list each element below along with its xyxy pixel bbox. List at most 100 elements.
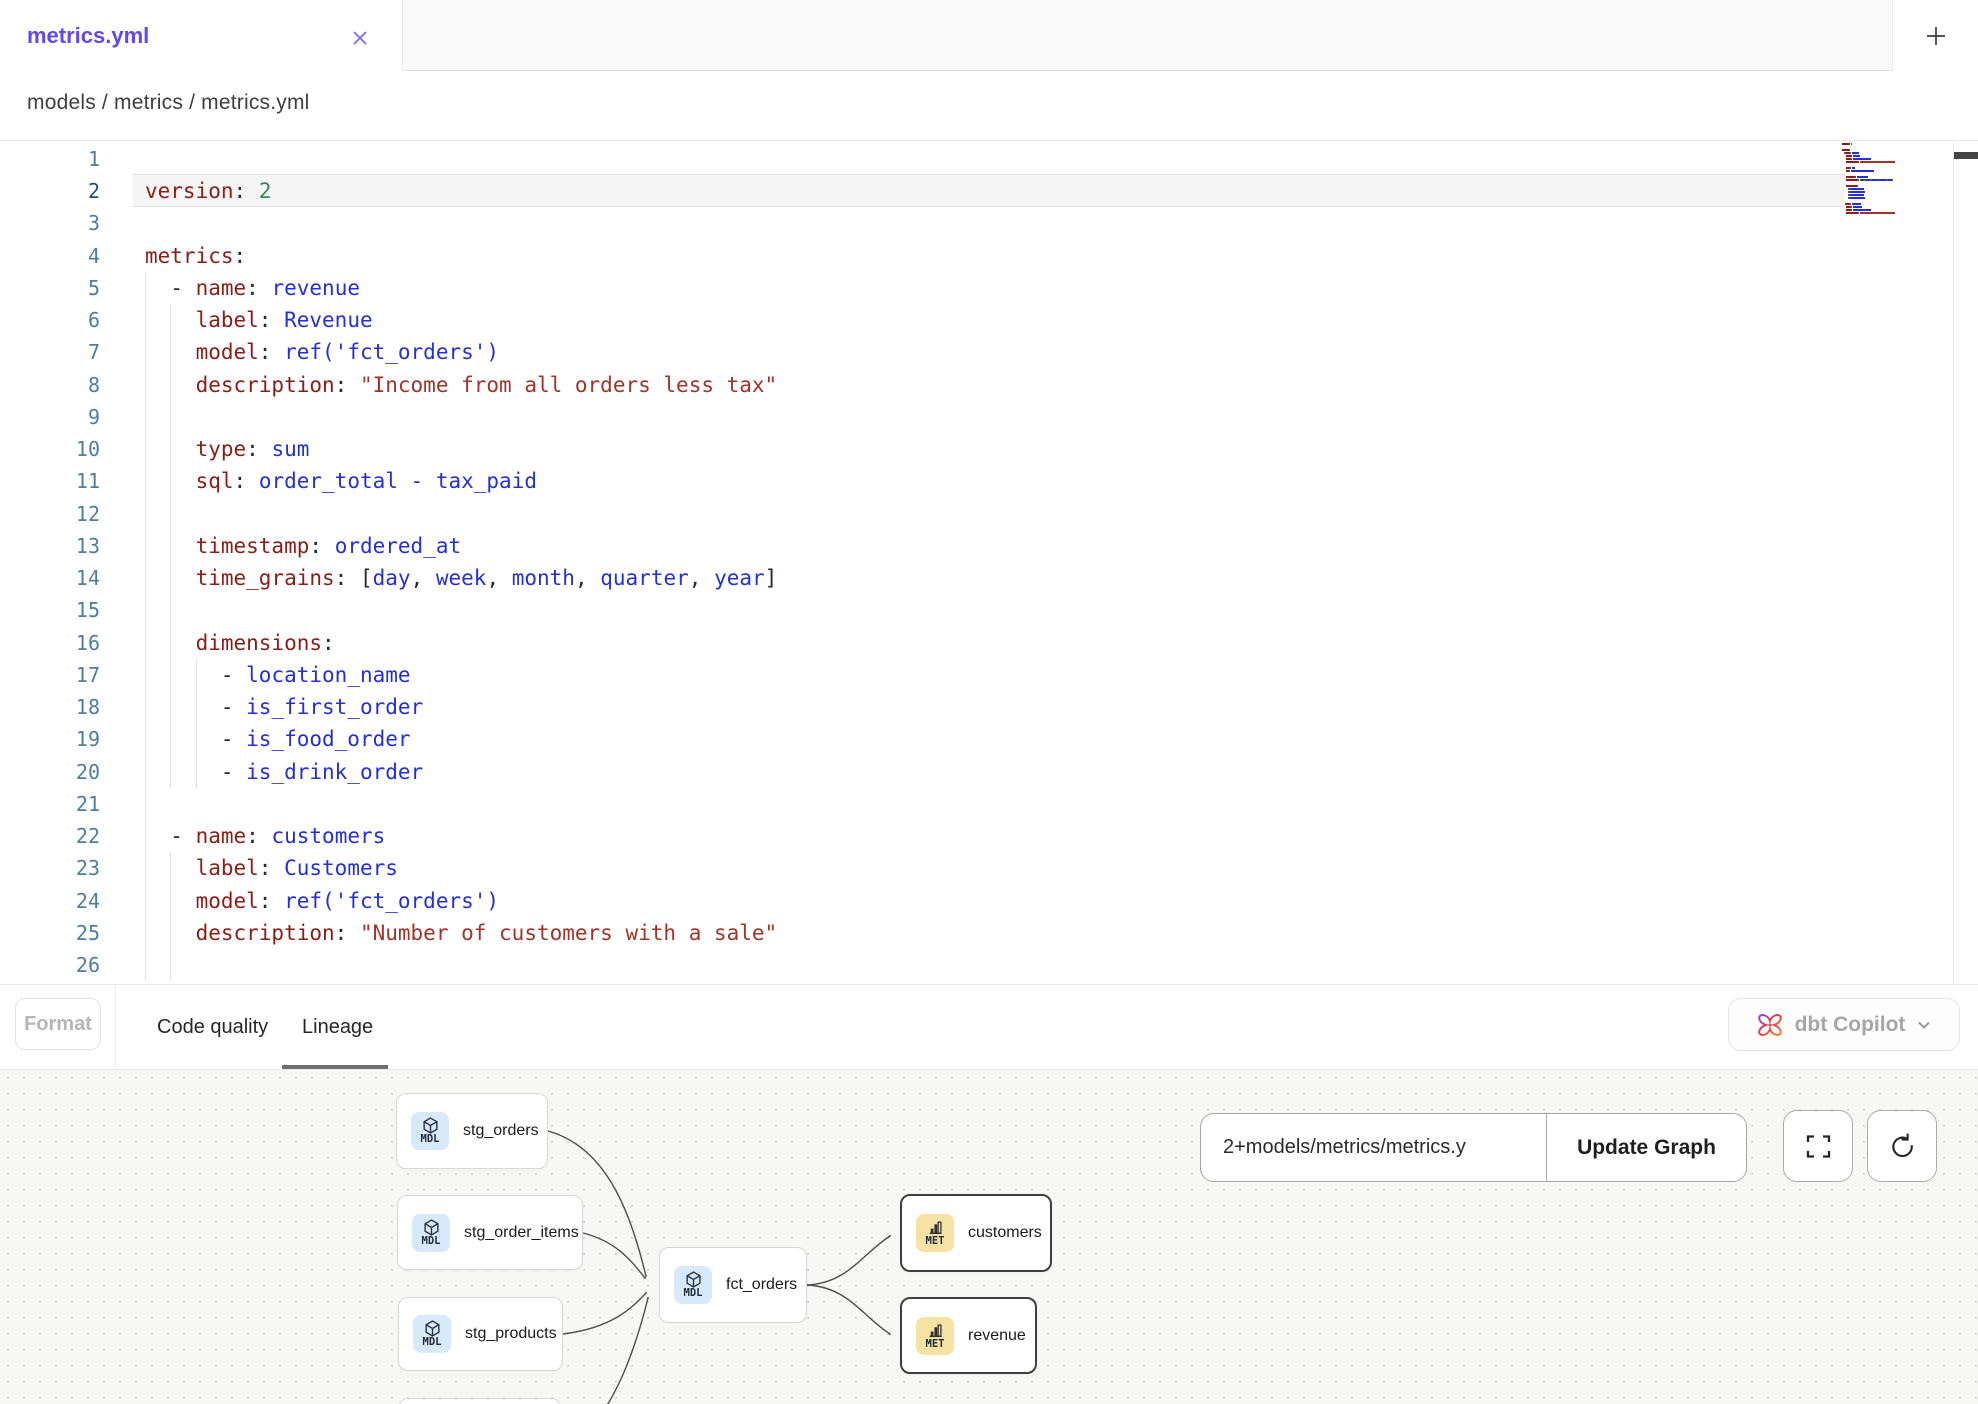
close-tab-icon[interactable] [344,22,376,54]
tab-bar-empty-area [402,0,1892,71]
node-label: stg_order_items [464,1224,579,1242]
code-line[interactable]: label: Revenue [145,304,373,336]
code-line[interactable]: - is_drink_order [145,756,423,788]
breadcrumb-row: models / metrics / metrics.yml Save [0,71,1978,141]
toolbar-divider [115,985,116,1069]
line-number: 25 [0,917,100,949]
lineage-node-customers[interactable]: MET customers [900,1194,1052,1272]
editor-scrollbar[interactable] [1953,141,1978,984]
indent-guide [170,949,171,981]
line-number: 26 [0,949,100,981]
dbt-copilot-icon [1756,1011,1784,1039]
line-number: 11 [0,465,100,497]
code-line[interactable]: model: ref('fct_orders') [145,885,499,917]
tab-lineage[interactable]: Lineage [302,985,373,1069]
line-number: 21 [0,788,100,820]
indent-guide [145,949,146,981]
line-number: 17 [0,659,100,691]
code-line[interactable]: - location_name [145,659,411,691]
line-number: 5 [0,272,100,304]
node-label: stg_orders [463,1122,539,1140]
line-number: 6 [0,304,100,336]
update-graph-button[interactable]: Update Graph [1547,1114,1746,1181]
line-number: 22 [0,820,100,852]
line-number: 8 [0,369,100,401]
code-line[interactable]: label: Customers [145,852,398,884]
lineage-node-stg_partial[interactable]: MDL [398,1398,561,1404]
breadcrumb: models / metrics / metrics.yml [27,91,310,115]
refresh-button[interactable] [1867,1110,1937,1182]
line-number: 13 [0,530,100,562]
indent-guide [145,498,146,530]
line-number: 9 [0,401,100,433]
code-line[interactable]: version: 2 [145,175,271,207]
code-line[interactable]: - is_food_order [145,723,411,755]
model-cube-icon: MDL [411,1112,449,1150]
indent-guide [170,401,171,433]
code-line[interactable]: metrics: [145,240,246,272]
model-cube-icon: MDL [412,1214,450,1252]
active-tab-underline [282,1065,388,1069]
tab-label: metrics.yml [27,23,149,49]
dbt-copilot-button[interactable]: dbt Copilot [1728,998,1960,1051]
fullscreen-button[interactable] [1783,1110,1853,1182]
plus-icon [1924,24,1948,48]
node-label: stg_products [465,1325,557,1343]
node-label: fct_orders [726,1276,797,1294]
lineage-node-stg_products[interactable]: MDL stg_products [398,1297,563,1371]
format-button[interactable]: Format [15,998,101,1050]
fullscreen-icon [1805,1133,1832,1160]
refresh-icon [1888,1132,1917,1161]
line-number: 19 [0,723,100,755]
line-number: 2 [0,175,100,207]
line-number: 16 [0,627,100,659]
code-editor[interactable]: 12 version: 2 34 metrics: 5 - name: revenue 6… [0,141,1978,984]
indent-guide [170,498,171,530]
lineage-node-revenue[interactable]: METrevenue [900,1297,1037,1374]
line-number: 24 [0,885,100,917]
new-tab-button[interactable] [1892,0,1978,71]
code-line[interactable]: type: sum [145,433,309,465]
current-line-highlight [133,174,1845,207]
lineage-node-stg_orders[interactable]: MDL stg_orders [396,1093,548,1169]
code-line[interactable]: time_grains: [day, week, month, quarter,… [145,562,777,594]
lineage-node-fct_orders[interactable]: MDL fct_orders [659,1247,807,1323]
chevron-down-icon [1916,1017,1932,1033]
line-number: 1 [0,143,100,175]
minimap[interactable] [1842,141,1896,218]
code-line[interactable]: description: "Income from all orders les… [145,369,777,401]
graph-filter-input[interactable] [1201,1114,1546,1181]
graph-filter-combo: Update Graph [1200,1113,1747,1182]
line-number: 20 [0,756,100,788]
tab-metrics-yml[interactable]: metrics.yml [0,0,402,71]
code-line[interactable]: - name: customers [145,820,385,852]
model-cube-icon: MDL [674,1266,712,1304]
dbt-copilot-label: dbt Copilot [1795,1013,1906,1037]
line-number: 14 [0,562,100,594]
code-line[interactable]: - is_first_order [145,691,423,723]
code-line[interactable]: - name: revenue [145,272,360,304]
node-label: customers [968,1224,1042,1242]
metric-chart-icon: MET [916,1214,954,1252]
code-line[interactable]: timestamp: ordered_at [145,530,461,562]
lineage-canvas[interactable]: Update Graph MDL stg_orders MDL stg_order_i… [0,1070,1978,1404]
header: metrics.yml models / metrics / metrics.y… [0,0,1978,141]
line-number: 7 [0,336,100,368]
code-line[interactable]: description: "Number of customers with a… [145,917,777,949]
scrollbar-thumb[interactable] [1954,152,1978,159]
line-number: 4 [0,240,100,272]
tab-code-quality[interactable]: Code quality [157,985,268,1069]
line-number: 15 [0,594,100,626]
model-cube-icon: MDL [413,1315,451,1353]
indent-guide [145,594,146,626]
code-line[interactable]: sql: order_total - tax_paid [145,465,537,497]
indent-guide [170,594,171,626]
code-line[interactable]: model: ref('fct_orders') [145,336,499,368]
indent-guide [145,401,146,433]
line-number: 3 [0,207,100,239]
code-line[interactable]: dimensions: [145,627,335,659]
metric-chart-icon: MET [916,1317,954,1355]
lineage-node-stg_order_items[interactable]: MDL stg_order_items [397,1195,583,1270]
line-number: 18 [0,691,100,723]
bottom-toolbar: Format Code quality Lineage dbt Copilot [0,984,1978,1070]
